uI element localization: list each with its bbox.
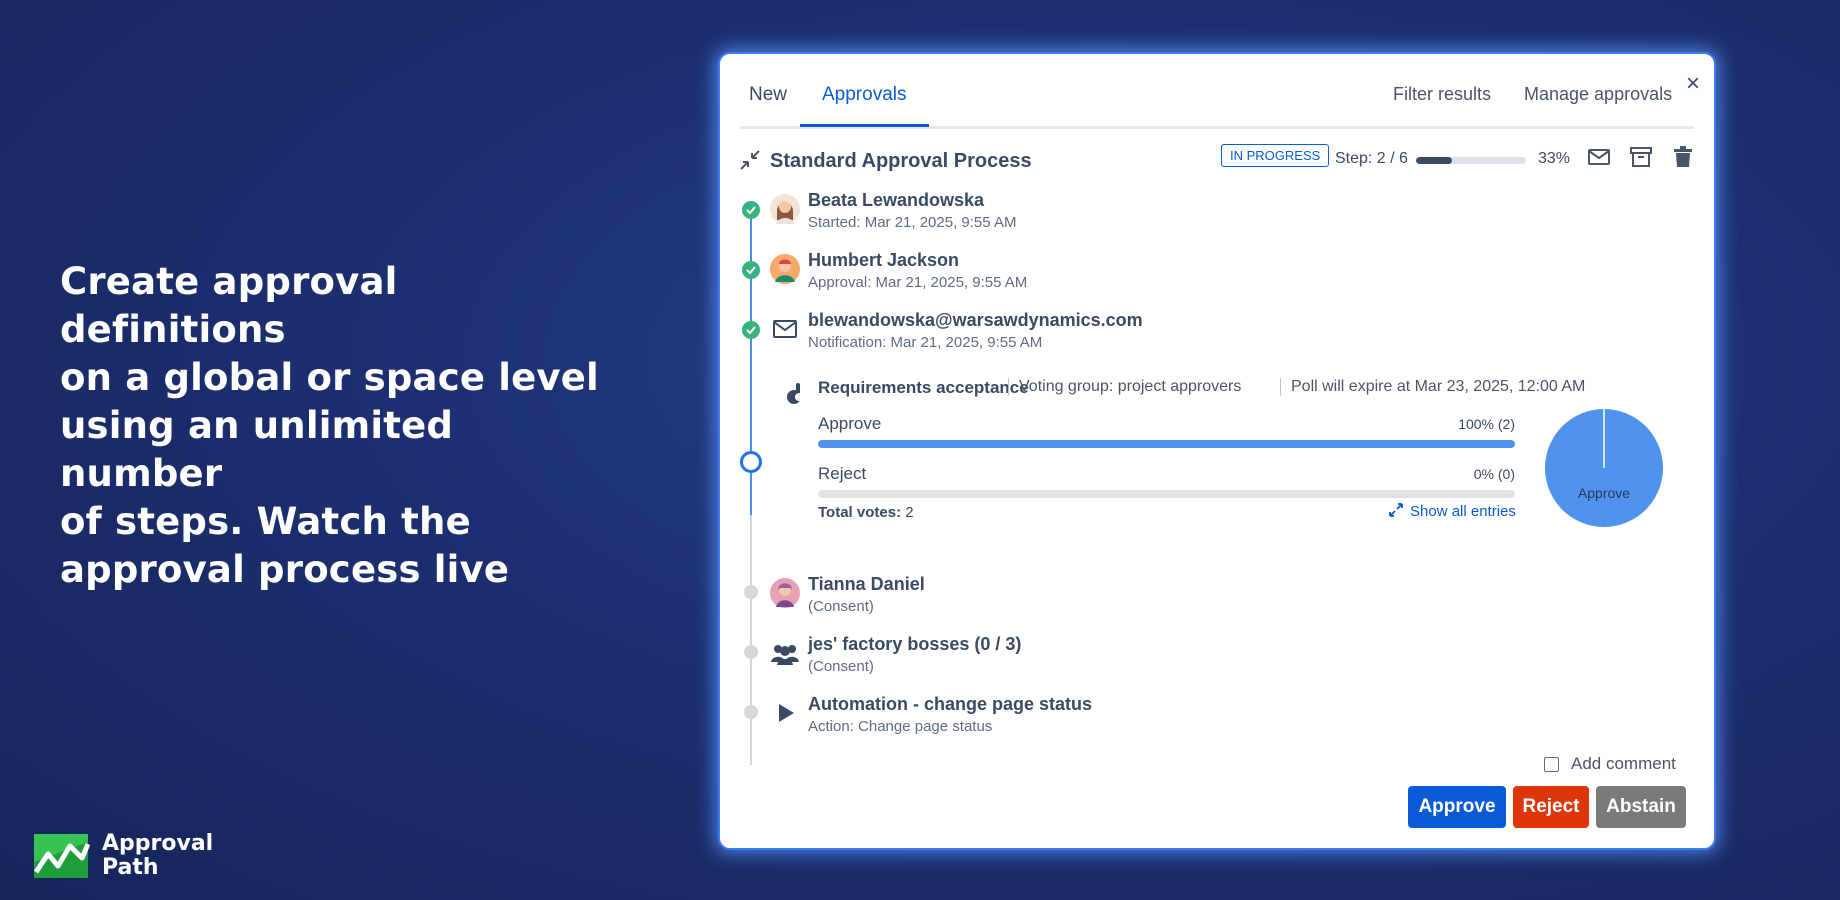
process-progress-bar	[1416, 157, 1526, 164]
hero-line: approval process live	[60, 548, 510, 591]
step-done-icon	[742, 201, 760, 219]
hero-line: Create approval definitions	[60, 260, 398, 351]
logo-line: Approval	[102, 831, 214, 856]
approvals-panel: × New Approvals Filter results Manage ap…	[718, 52, 1716, 850]
voting-icon	[787, 383, 803, 404]
approve-button[interactable]: Approve	[1408, 786, 1506, 828]
filter-results-link[interactable]: Filter results	[1393, 84, 1491, 105]
avatar	[770, 254, 800, 284]
play-icon	[779, 704, 794, 722]
total-votes-label: Total votes:	[818, 504, 902, 521]
mail-icon	[773, 320, 797, 338]
mail-icon[interactable]	[1586, 144, 1612, 170]
step-name: Automation - change page status	[808, 694, 1093, 714]
step-name: blewandowska@warsawdynamics.com	[808, 310, 1143, 330]
avatar	[770, 194, 800, 224]
total-votes-value: 2	[905, 504, 914, 521]
collapse-icon[interactable]	[738, 148, 762, 172]
expand-icon	[1389, 503, 1403, 517]
add-comment-checkbox[interactable]	[1544, 756, 1559, 772]
step-pending-icon	[744, 645, 758, 659]
hero-line: of steps. Watch the	[60, 500, 471, 543]
tab-approvals[interactable]: Approvals	[800, 84, 929, 127]
step-done-icon	[742, 321, 760, 339]
timeline-line-pending	[750, 515, 752, 765]
step-name: jes' factory bosses (0 / 3)	[808, 634, 1022, 654]
reject-button[interactable]: Reject	[1513, 786, 1589, 828]
step-pending-icon	[744, 705, 758, 719]
option-value: 100% (2)	[1458, 416, 1515, 432]
step-name: Beata Lewandowska	[808, 190, 985, 210]
step-done-icon	[742, 261, 760, 279]
pie-slice-label: Approve	[1578, 485, 1630, 501]
option-bar	[818, 440, 1515, 448]
poll-title: Requirements acceptance	[818, 378, 1029, 397]
hero-line: using an unlimited number	[60, 404, 454, 495]
add-comment-toggle: Add comment	[1544, 754, 1676, 774]
tab-new[interactable]: New	[749, 84, 787, 124]
manage-approvals-link[interactable]: Manage approvals	[1524, 84, 1672, 105]
hero-text: Create approval definitions on a global …	[60, 258, 600, 594]
step-detail: Action: Change page status	[808, 718, 993, 735]
tab-bar: New Approvals Filter results Manage appr…	[740, 54, 1694, 129]
abstain-button[interactable]: Abstain	[1596, 786, 1686, 828]
logo-line: Path	[102, 855, 159, 880]
step-detail: Approval: Mar 21, 2025, 9:55 AM	[808, 274, 1028, 291]
option-bar-fill	[818, 440, 1515, 448]
show-all-entries-link[interactable]: Show all entries	[1388, 502, 1516, 520]
option-label: Approve	[818, 414, 882, 433]
vote-pie-chart: Approve	[1545, 409, 1663, 527]
process-progress-fill	[1416, 157, 1453, 164]
user-group-icon	[771, 645, 799, 665]
logo-icon	[33, 834, 90, 878]
voting-poll: Requirements acceptance Voting group: pr…	[782, 372, 1663, 542]
total-votes: Total votes: 2	[818, 504, 914, 521]
process-header: Standard Approval Process IN PROGRESS St…	[738, 144, 1696, 184]
step-name: Humbert Jackson	[808, 250, 960, 270]
archive-icon[interactable]	[1628, 144, 1654, 170]
step-current-icon	[740, 451, 762, 473]
poll-expiry: Poll will expire at Mar 23, 2025, 12:00 …	[1280, 378, 1585, 396]
step-detail: (Consent)	[808, 598, 874, 615]
add-comment-label: Add comment	[1571, 754, 1676, 773]
option-bar	[818, 490, 1515, 498]
status-badge: IN PROGRESS	[1221, 144, 1330, 167]
step-counter: Step: 2 / 6	[1335, 150, 1408, 167]
option-value: 0% (0)	[1473, 466, 1515, 482]
process-title: Standard Approval Process	[770, 150, 1032, 172]
hero-line: on a global or space level	[60, 356, 599, 399]
logo-text: Approval Path	[102, 832, 213, 880]
step-name: Tianna Daniel	[808, 574, 925, 594]
option-label: Reject	[818, 464, 867, 483]
trash-icon[interactable]	[1670, 144, 1696, 170]
show-all-entries-label: Show all entries	[1410, 503, 1516, 520]
step-detail: (Consent)	[808, 658, 874, 675]
approval-path-logo: Approval Path	[32, 832, 213, 880]
step-pending-icon	[744, 585, 758, 599]
avatar	[770, 578, 800, 608]
step-detail: Notification: Mar 21, 2025, 9:55 AM	[808, 334, 1043, 351]
step-detail: Started: Mar 21, 2025, 9:55 AM	[808, 214, 1017, 231]
poll-group: Voting group: project approvers	[1008, 378, 1241, 396]
progress-percent: 33%	[1538, 150, 1571, 167]
